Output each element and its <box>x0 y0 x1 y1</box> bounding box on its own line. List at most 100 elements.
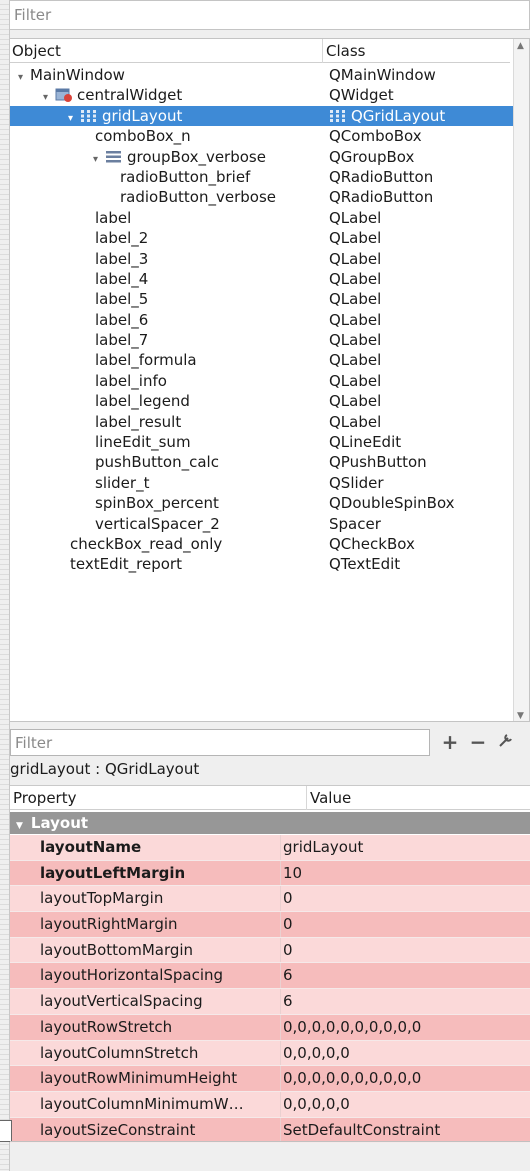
property-value[interactable]: 10 <box>283 861 302 887</box>
property-row[interactable]: layoutHorizontalSpacing 6 <box>10 963 530 990</box>
property-row[interactable]: layoutSizeConstraint SetDefaultConstraint <box>10 1117 530 1144</box>
property-row[interactable]: layoutLeftMargin 10 <box>10 860 530 887</box>
group-row-layout[interactable]: ▼ Layout <box>10 812 530 834</box>
tree-row[interactable]: slider_t QSlider <box>10 473 514 493</box>
tree-row-class: QPushButton <box>329 452 427 472</box>
tree-row[interactable]: textEdit_report QTextEdit <box>10 554 514 574</box>
property-row[interactable]: layoutVerticalSpacing 6 <box>10 989 530 1015</box>
tree-row-name: label_4 <box>95 269 149 288</box>
tree-row-object-cell: label_3 <box>95 249 148 269</box>
tree-row[interactable]: label_formula QLabel <box>10 350 514 370</box>
tree-row[interactable]: label_result QLabel <box>10 412 514 432</box>
dock-handle[interactable] <box>0 1120 12 1142</box>
tree-row[interactable]: checkBox_read_only QCheckBox <box>10 534 514 554</box>
property-filter-field[interactable] <box>10 729 430 756</box>
tree-row[interactable]: label_4 QLabel <box>10 269 514 289</box>
tree-row-object-cell: lineEdit_sum <box>95 432 191 452</box>
property-row[interactable]: layoutName gridLayout <box>10 835 530 861</box>
tree-row[interactable]: label_2 QLabel <box>10 228 514 248</box>
tree-row-class: QLabel <box>329 208 381 228</box>
tree-row-class: QLabel <box>329 371 381 391</box>
property-value[interactable]: 0,0,0,0,0 <box>283 1041 350 1067</box>
property-row[interactable]: layoutRowMinimumHeight 0,0,0,0,0,0,0,0,0,… <box>10 1066 530 1092</box>
tree-row-name: radioButton_brief <box>120 167 251 186</box>
property-filter-input[interactable] <box>11 730 429 755</box>
tree-row-class-label: QRadioButton <box>329 167 434 186</box>
property-value[interactable]: 0,0,0,0,0 <box>283 1092 350 1118</box>
tree-row-class: QMainWindow <box>329 65 436 85</box>
tree-row[interactable]: ▾ MainWindow QMainWindow <box>10 65 514 85</box>
tree-row-object-cell: checkBox_read_only <box>70 534 222 554</box>
property-name: layoutSizeConstraint <box>40 1120 196 1139</box>
widget-icon <box>55 87 73 103</box>
tree-row[interactable]: ▾ groupBox_verbose QGroupBox <box>10 147 514 167</box>
current-object-label: gridLayout : QGridLayout <box>10 760 200 778</box>
property-value[interactable]: 0 <box>283 938 293 964</box>
property-value[interactable]: 0,0,0,0,0,0,0,0,0,0 <box>283 1066 421 1092</box>
collapse-arrow-icon[interactable]: ▼ <box>16 821 23 831</box>
header-class[interactable]: Class <box>326 42 365 60</box>
property-value[interactable]: 6 <box>283 989 293 1015</box>
dock-splitter[interactable] <box>0 0 10 1171</box>
property-name: layoutRightMargin <box>40 915 178 934</box>
tree-row-class-label: QWidget <box>329 86 394 105</box>
header-separator[interactable] <box>322 39 323 63</box>
plus-icon[interactable]: + <box>438 731 462 753</box>
tree-row[interactable]: label_info QLabel <box>10 371 514 391</box>
property-value[interactable]: 6 <box>283 963 293 989</box>
tree-row-class-label: QSlider <box>329 473 384 492</box>
tree-row-name: label_info <box>95 371 167 390</box>
tree-row[interactable]: label_5 QLabel <box>10 289 514 309</box>
object-filter-input[interactable] <box>10 1 529 29</box>
property-row[interactable]: layoutBottomMargin 0 <box>10 937 530 964</box>
tree-row[interactable]: radioButton_verbose QRadioButton <box>10 187 514 207</box>
tree-row[interactable]: label QLabel <box>10 208 514 228</box>
property-row[interactable]: layoutRightMargin 0 <box>10 912 530 938</box>
tree-row-class-label: QDoubleSpinBox <box>329 494 455 513</box>
tree-row[interactable]: lineEdit_sum QLineEdit <box>10 432 514 452</box>
property-row[interactable]: layoutRowStretch 0,0,0,0,0,0,0,0,0,0 <box>10 1014 530 1041</box>
tree-row-name: pushButton_calc <box>95 453 219 472</box>
tree-row[interactable]: label_3 QLabel <box>10 249 514 269</box>
tree-row[interactable]: comboBox_n QComboBox <box>10 126 514 146</box>
property-value[interactable]: 0,0,0,0,0,0,0,0,0,0 <box>283 1015 421 1041</box>
minus-icon[interactable]: − <box>466 731 490 753</box>
tree-row[interactable]: spinBox_percent QDoubleSpinBox <box>10 493 514 513</box>
header-object[interactable]: Object <box>12 42 61 60</box>
property-row[interactable]: layoutColumnStretch 0,0,0,0,0 <box>10 1040 530 1067</box>
property-value[interactable]: SetDefaultConstraint <box>283 1118 440 1144</box>
wrench-icon[interactable] <box>494 731 518 753</box>
tree-row[interactable]: label_6 QLabel <box>10 310 514 330</box>
header-property[interactable]: Property <box>13 789 76 807</box>
tree-row-name: label_formula <box>95 351 197 370</box>
property-value[interactable]: gridLayout <box>283 835 363 861</box>
tree-row-object-cell: label <box>95 208 131 228</box>
tree-row-class: QComboBox <box>329 126 422 146</box>
property-table[interactable]: Property Value ▼ Layout layoutName gridLay… <box>10 785 530 1144</box>
tree-row[interactable]: radioButton_brief QRadioButton <box>10 167 514 187</box>
object-tree-scrollbar[interactable]: ▲ ▼ <box>513 39 529 721</box>
object-tree[interactable]: Object Class ▾ MainWindow QMainWindow ▾ cent… <box>10 38 530 722</box>
object-tree-header: Object Class <box>10 39 510 63</box>
header-value[interactable]: Value <box>310 789 351 807</box>
tree-row-class: QLabel <box>329 310 381 330</box>
property-value[interactable]: 0 <box>283 886 293 912</box>
tree-row[interactable]: ▾ centralWidget QWidget <box>10 85 514 105</box>
object-filter-field[interactable] <box>10 0 530 30</box>
scroll-down-arrow-icon[interactable]: ▼ <box>517 711 524 721</box>
property-row[interactable]: layoutColumnMinimumW… 0,0,0,0,0 <box>10 1091 530 1118</box>
property-value[interactable]: 0 <box>283 912 293 938</box>
property-name: layoutLeftMargin <box>40 863 186 882</box>
tree-row-class-label: QLabel <box>329 208 382 227</box>
tree-row[interactable]: pushButton_calc QPushButton <box>10 452 514 472</box>
tree-row[interactable]: label_7 QLabel <box>10 330 514 350</box>
tree-row[interactable]: label_legend QLabel <box>10 391 514 411</box>
scroll-up-arrow-icon[interactable]: ▲ <box>517 41 524 51</box>
tree-row[interactable]: verticalSpacer_2 Spacer <box>10 514 514 534</box>
tree-row[interactable]: ▾ gridLayout QGridLayout <box>10 105 514 127</box>
property-name: layoutBottomMargin <box>40 940 194 959</box>
tree-row-name: textEdit_report <box>70 555 182 574</box>
property-row[interactable]: layoutTopMargin 0 <box>10 886 530 913</box>
tree-row-object-cell: label_7 <box>95 330 148 350</box>
header-separator[interactable] <box>306 786 307 810</box>
